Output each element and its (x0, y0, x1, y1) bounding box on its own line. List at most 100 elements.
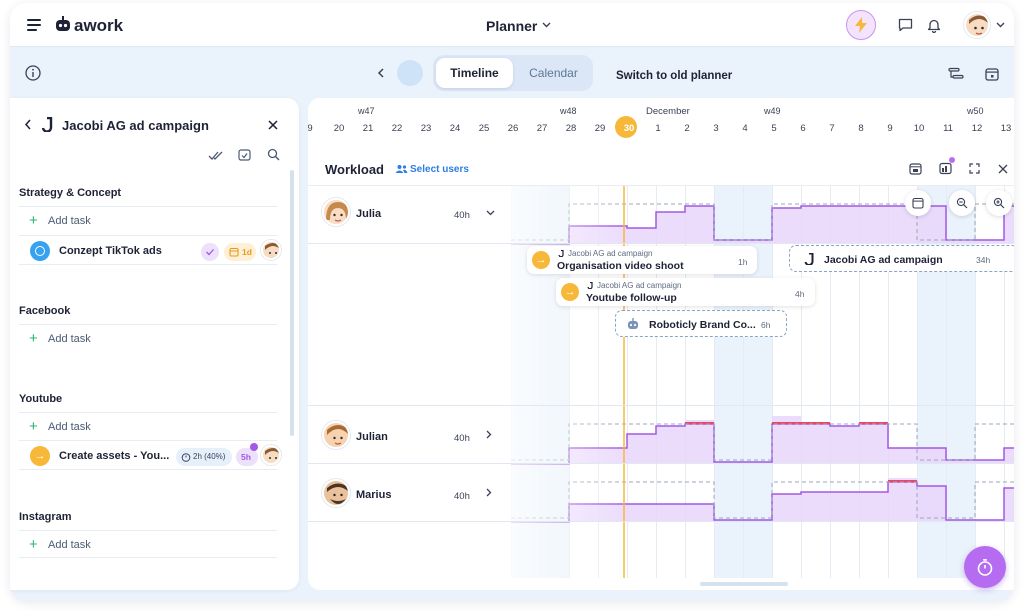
info-icon[interactable] (25, 65, 41, 81)
day-label: 20 (333, 123, 345, 134)
add-task-label: Add task (48, 333, 91, 345)
task-card[interactable]: → Jacobi AG ad campaign Youtube follow-u… (556, 278, 815, 306)
chevron-left-icon[interactable] (375, 68, 385, 78)
switch-old-planner-link[interactable]: Switch to old planner (616, 70, 732, 82)
project-panel: Jacobi AG ad campaign Strategy & Concept… (10, 98, 299, 590)
day-label: 9 (308, 123, 313, 134)
user-avatar[interactable] (964, 12, 990, 38)
check-icon[interactable] (201, 243, 219, 261)
top-bar: awork Planner (10, 3, 1014, 47)
task-row[interactable]: Conzept TikTok ads 1d (19, 235, 281, 265)
avatar[interactable] (322, 198, 350, 226)
close-icon[interactable] (997, 163, 1008, 174)
plus-icon: + (29, 212, 38, 229)
section-title: Instagram (19, 511, 72, 523)
day-label: 27 (536, 123, 548, 134)
stopwatch-icon (977, 558, 993, 576)
avatar[interactable] (322, 421, 350, 449)
day-label: 6 (800, 123, 806, 134)
scrollbar[interactable] (290, 170, 294, 436)
person-name: Julia (356, 208, 382, 220)
person-name: Julian (356, 431, 388, 443)
app-logo[interactable]: awork (74, 16, 123, 36)
day-label: 12 (971, 123, 983, 134)
page-title[interactable]: Planner (486, 18, 537, 34)
calendar-icon[interactable] (908, 161, 922, 175)
chart-view-icon[interactable] (938, 161, 952, 175)
calendar-icon[interactable] (984, 66, 1000, 82)
assignee-avatar[interactable] (261, 445, 281, 465)
add-task-label: Add task (48, 215, 91, 227)
day-label: 29 (594, 123, 606, 134)
card-title: Youtube follow-up (586, 292, 677, 304)
plus-icon: + (29, 330, 38, 347)
filter-icon[interactable] (948, 66, 964, 82)
person-capacity: 40h (454, 491, 470, 502)
person-capacity: 40h (454, 433, 470, 444)
hamburger-icon[interactable] (26, 17, 44, 33)
assignee-avatar[interactable] (261, 240, 281, 260)
add-task-button[interactable]: + Add task (19, 412, 277, 440)
day-label: 26 (507, 123, 519, 134)
task-card[interactable]: Jacobi AG ad campaign 34h (789, 245, 1014, 272)
today-button[interactable] (397, 60, 423, 86)
card-title: Organisation video shoot (557, 260, 684, 272)
day-label: 28 (565, 123, 577, 134)
horizontal-scrollbar[interactable] (700, 582, 788, 586)
card-project: Jacobi AG ad campaign (568, 249, 653, 258)
chevron-down-icon[interactable] (541, 20, 551, 30)
card-hours: 34h (976, 255, 991, 265)
avatar[interactable] (322, 479, 350, 507)
section-title: Facebook (19, 305, 71, 317)
chevron-down-icon[interactable] (995, 21, 1005, 29)
timer-button[interactable] (964, 546, 1006, 588)
day-label: 11 (943, 123, 953, 134)
task-card[interactable]: → Jacobi AG ad campaign Organisation vid… (527, 246, 757, 274)
add-task-button[interactable]: + Add task (19, 206, 277, 234)
add-task-button[interactable]: + Add task (19, 530, 277, 558)
add-task-button[interactable]: + Add task (19, 324, 277, 352)
tab-calendar[interactable]: Calendar (517, 58, 590, 88)
arrow-right-icon[interactable]: → (30, 446, 50, 466)
person-name: Marius (356, 489, 392, 501)
planner-toolbar: Timeline Calendar Switch to old planner (10, 47, 1014, 99)
close-icon[interactable] (267, 119, 279, 131)
person-row-julian: Julian 40h (308, 406, 1014, 464)
card-title: Jacobi AG ad campaign (824, 254, 943, 266)
workload-title: Workload (325, 162, 384, 177)
timeline-header: w47 w48 December w49 w50 9 20 21 22 23 24 25 26… (308, 98, 1014, 144)
task-status-icon[interactable] (30, 241, 50, 261)
tab-timeline[interactable]: Timeline (436, 58, 513, 88)
task-name: Create assets - You... (59, 450, 170, 462)
chevron-right-icon[interactable] (486, 488, 492, 500)
double-check-icon[interactable] (207, 149, 223, 161)
week-label: w48 (560, 106, 577, 116)
bell-icon[interactable] (926, 17, 942, 33)
calendar-check-icon[interactable] (237, 147, 251, 161)
day-label: 1 (655, 123, 661, 134)
month-label: December (646, 106, 690, 117)
chevron-left-icon[interactable] (22, 117, 32, 131)
expand-icon[interactable] (968, 162, 980, 174)
arrow-right-icon: → (532, 251, 550, 269)
add-task-label: Add task (48, 539, 91, 551)
section-title: Strategy & Concept (19, 187, 122, 199)
select-users-link[interactable]: Select users (410, 164, 469, 175)
project-logo-icon (558, 250, 564, 257)
timeline-panel: w47 w48 December w49 w50 9 20 21 22 23 24 25 26… (308, 98, 1014, 590)
planner-app: awork Planner Timeline Calendar Switch t… (10, 3, 1014, 601)
day-label: 5 (771, 123, 777, 134)
time-tracked-badge[interactable]: 2h (40%) (176, 448, 232, 466)
project-logo-icon (804, 253, 814, 265)
task-row[interactable]: → Create assets - You... 2h (40%) 5h (19, 440, 281, 470)
task-card[interactable]: Roboticly Brand Co... 6h (615, 310, 787, 337)
chevron-down-icon[interactable] (486, 207, 495, 219)
chat-icon[interactable] (897, 17, 913, 33)
duration-badge[interactable]: 1d (224, 243, 256, 261)
duration-text: 1d (242, 247, 252, 257)
lightning-icon[interactable] (846, 10, 876, 40)
chevron-right-icon[interactable] (486, 430, 492, 442)
search-icon[interactable] (266, 147, 280, 161)
day-label: 23 (420, 123, 432, 134)
day-label: 21 (362, 123, 374, 134)
